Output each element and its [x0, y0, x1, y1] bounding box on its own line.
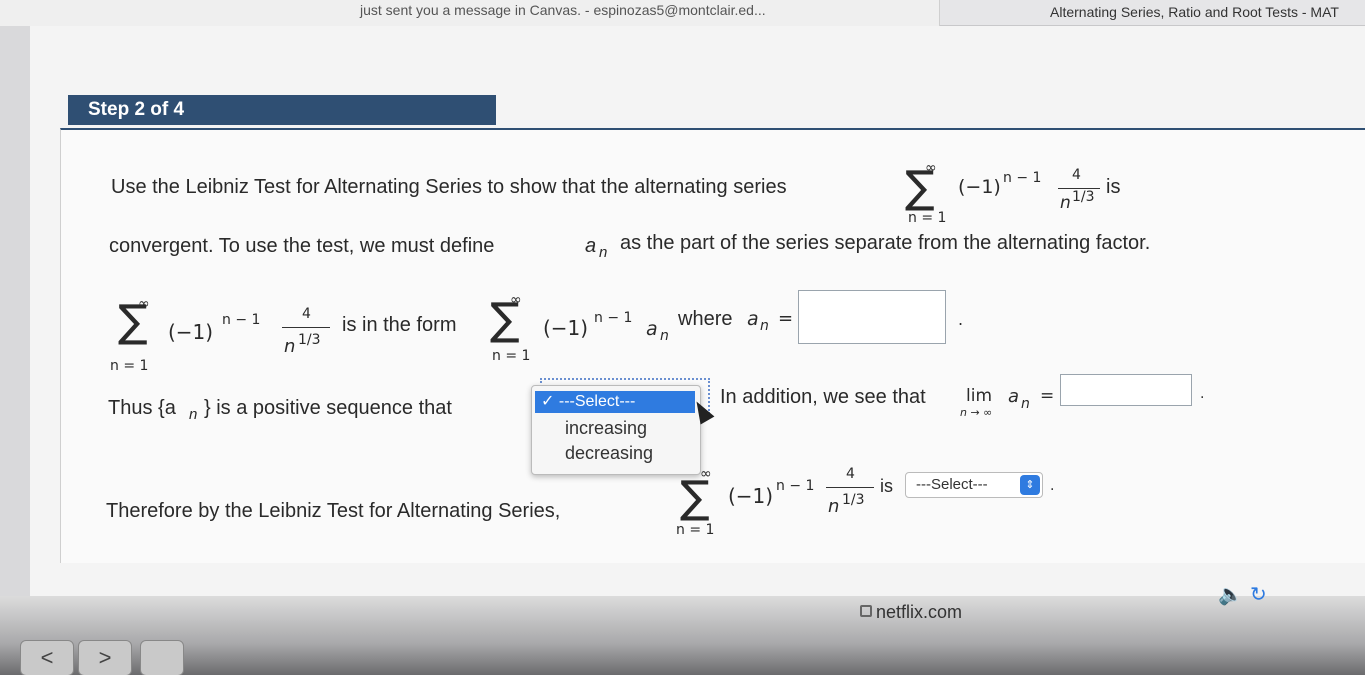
- an-answer-input[interactable]: [798, 290, 946, 344]
- equals-sign: =: [778, 308, 794, 329]
- problem-line1: Use the Leibniz Test for Alternating Ser…: [111, 176, 787, 198]
- option-decreasing[interactable]: decreasing: [565, 443, 653, 464]
- forward-button[interactable]: >: [78, 640, 132, 675]
- factor-exponent-4: n − 1: [776, 478, 815, 494]
- factor-exponent-3: n − 1: [594, 310, 633, 326]
- thus-tail: } is a positive sequence that: [204, 397, 452, 419]
- option-increasing[interactable]: increasing: [565, 418, 647, 439]
- sum-lower-limit-4: n = 1: [676, 522, 715, 538]
- sum-upper-limit-3: ∞: [510, 292, 522, 308]
- browser-tab-title[interactable]: Alternating Series, Ratio and Root Tests…: [1050, 4, 1339, 20]
- sum-upper-limit-2: ∞: [138, 296, 150, 312]
- reload-icon[interactable]: ↻: [1250, 582, 1267, 607]
- sum-lower-limit: n = 1: [908, 210, 947, 226]
- an-sub-2: n: [660, 328, 669, 344]
- notification-text[interactable]: just sent you a message in Canvas. - esp…: [0, 0, 940, 26]
- back-button[interactable]: <: [20, 640, 74, 675]
- sum-lower-limit-3: n = 1: [492, 348, 531, 364]
- chevron-updown-icon: ⇕: [1020, 475, 1040, 495]
- fraction-denominator-2: n: [284, 336, 296, 357]
- thus-subscript: n: [189, 406, 198, 423]
- fraction-denominator: n: [1060, 193, 1071, 213]
- is-text: is: [880, 476, 893, 496]
- factor-exponent-2: n − 1: [222, 312, 261, 328]
- an-subscript: n: [599, 244, 608, 261]
- sidebar-toggle-icon[interactable]: [140, 640, 184, 675]
- period-1: .: [958, 310, 964, 329]
- step-indicator: Step 2 of 4: [68, 95, 496, 125]
- convergence-select-label: ---Select---: [916, 476, 988, 493]
- alternating-factor-4: (−1): [728, 484, 774, 508]
- an-var-3: a: [747, 308, 759, 330]
- sum-upper-limit-4: ∞: [700, 466, 712, 482]
- url-text[interactable]: netflix.com: [876, 602, 962, 623]
- fraction-denominator-4: n: [828, 496, 840, 517]
- sum-lower-limit-2: n = 1: [110, 358, 149, 374]
- lim-var-sub: n: [1021, 396, 1030, 412]
- an-sub-3: n: [760, 318, 769, 334]
- lim-equals: =: [1040, 386, 1055, 406]
- factor-exponent: n − 1: [1003, 170, 1042, 186]
- where-text: where: [678, 308, 733, 330]
- lim-var: a: [1008, 386, 1020, 407]
- fraction-numerator-4: 4: [846, 466, 855, 482]
- thus-text: Thus {a: [108, 397, 176, 419]
- alternating-factor-3: (−1): [543, 316, 589, 340]
- is-in-form-text: is in the form: [342, 314, 457, 336]
- alternating-factor-2: (−1): [168, 320, 214, 344]
- problem-line2: convergent. To use the test, we must def…: [109, 235, 495, 257]
- in-addition-text: In addition, we see that: [720, 386, 926, 408]
- checkmark-icon: ✓: [541, 393, 555, 410]
- an-var-2: a: [646, 318, 658, 340]
- problem-line1-tail: is: [1106, 176, 1121, 198]
- sigma-symbol-4: ∑: [680, 472, 710, 523]
- lim-subscript: n → ∞: [960, 406, 993, 419]
- fraction-numerator: 4: [1072, 167, 1081, 183]
- denominator-exponent-4: 1/3: [842, 492, 865, 508]
- lock-icon: [860, 605, 872, 617]
- denominator-exponent-2: 1/3: [298, 332, 321, 348]
- an-variable: a: [585, 235, 597, 257]
- fraction-numerator-2: 4: [302, 306, 311, 322]
- top-banner: just sent you a message in Canvas. - esp…: [0, 0, 1365, 26]
- denominator-exponent: 1/3: [1072, 189, 1095, 205]
- alternating-factor: (−1): [958, 176, 1001, 198]
- sum-upper-limit: ∞: [925, 160, 937, 176]
- period-3: .: [1050, 478, 1055, 494]
- lim-text: lim: [966, 386, 993, 406]
- dropdown-selected-label: ---Select---: [558, 393, 636, 410]
- fraction-bar-2: [282, 327, 330, 328]
- therefore-text: Therefore by the Leibniz Test for Altern…: [106, 500, 561, 522]
- limit-answer-input[interactable]: [1060, 374, 1192, 406]
- period-2: .: [1200, 386, 1205, 402]
- dropdown-selected-option[interactable]: ✓ ---Select---: [535, 391, 695, 413]
- problem-line2-tail: as the part of the series separate from …: [620, 232, 1151, 254]
- convergence-select[interactable]: ---Select--- ⇕: [905, 472, 1043, 498]
- sound-icon[interactable]: 🔈: [1218, 582, 1243, 607]
- fraction-bar-4: [826, 487, 874, 488]
- browser-bottom-bar: [0, 596, 1365, 675]
